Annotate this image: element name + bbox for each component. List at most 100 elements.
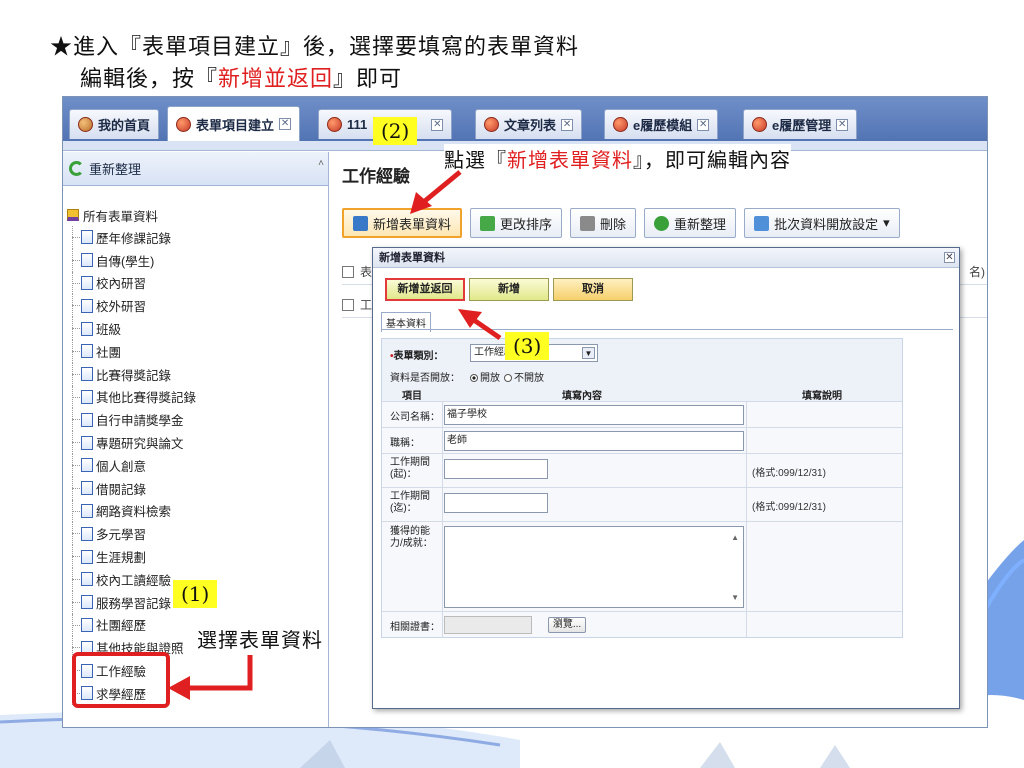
open-radio-group: 開放 不開放 bbox=[466, 369, 544, 384]
close-icon[interactable]: ✕ bbox=[561, 118, 574, 131]
cancel-button[interactable]: 取消 bbox=[553, 278, 633, 301]
tree-item-label: 社團經歷 bbox=[96, 619, 147, 634]
open-label: 資料是否開放： bbox=[390, 373, 460, 384]
tree-item-label: 自行申請獎學金 bbox=[96, 414, 184, 429]
tab-label: 文章列表 bbox=[504, 118, 557, 133]
step3-callout: (3) bbox=[505, 332, 550, 360]
tab-bar: 我的首頁 表單項目建立 ✕ 111 ✕ 文章列表 ✕ e履歷模組 ✕ e履歷管理 ✕ bbox=[63, 97, 987, 141]
tree-item[interactable]: 比賽得獎記錄 bbox=[67, 362, 196, 386]
tree-item[interactable]: 社團 bbox=[67, 339, 196, 363]
close-icon[interactable]: ✕ bbox=[697, 118, 710, 131]
cert-file-path[interactable] bbox=[444, 616, 532, 634]
tab-home[interactable]: 我的首頁 bbox=[69, 109, 160, 139]
change-order-button[interactable]: 更改排序 bbox=[470, 208, 563, 238]
document-icon bbox=[81, 458, 93, 473]
tree-item[interactable]: 借閱記錄 bbox=[67, 476, 196, 500]
tree-item[interactable]: 其他比賽得獎記錄 bbox=[67, 385, 196, 409]
form-row-end: 工作期間(迄)： (格式:099/12/31) bbox=[382, 487, 902, 522]
slide-headline: ★進入『表單項目建立』後，選擇要填寫的表單資料 編輯後，按『新增並返回』即可 bbox=[50, 32, 579, 96]
form-grid: •表單類別： 工作經驗 ▼ 資料是否開放： 開放 不開放 項目 填寫內容 填寫說明 … bbox=[381, 338, 903, 638]
end-date-hint: (格式:099/12/31) bbox=[752, 502, 826, 513]
start-date-input[interactable] bbox=[444, 459, 548, 479]
radio-closed[interactable] bbox=[504, 374, 512, 382]
ability-textarea[interactable]: ▲ ▼ bbox=[444, 526, 744, 608]
document-icon bbox=[81, 253, 93, 268]
collapse-icon[interactable]: ˄ bbox=[318, 158, 324, 169]
tree-item[interactable]: 生涯規劃 bbox=[67, 545, 196, 568]
dialog-title: 新增表單資料 bbox=[379, 252, 445, 264]
tree-item[interactable]: 社團經歷 bbox=[67, 613, 196, 637]
tab-form-item-create[interactable]: 表單項目建立 ✕ bbox=[167, 106, 301, 141]
end-date-input[interactable] bbox=[444, 493, 548, 513]
chevron-down-icon: ▼ bbox=[582, 347, 595, 359]
close-icon[interactable]: ✕ bbox=[836, 118, 849, 131]
select-all-checkbox[interactable] bbox=[342, 265, 354, 278]
tree-item-label: 校外研習 bbox=[96, 300, 147, 315]
form-row-category: •表單類別： 工作經驗 ▼ bbox=[382, 339, 902, 367]
tree-item[interactable]: 歷年修課記錄 bbox=[67, 226, 196, 249]
tree-item-label: 班級 bbox=[96, 323, 122, 338]
close-icon[interactable]: ✕ bbox=[279, 118, 292, 130]
tree-item-label: 比賽得獎記錄 bbox=[96, 368, 172, 383]
tab-article-list[interactable]: 文章列表 ✕ bbox=[475, 109, 583, 139]
trash-icon bbox=[580, 215, 596, 231]
tab-eresume-manage[interactable]: e履歷管理 ✕ bbox=[743, 109, 858, 139]
document-icon bbox=[81, 435, 93, 450]
document-icon bbox=[81, 412, 93, 427]
dropdown-arrow-icon: ▾ bbox=[883, 215, 890, 230]
tab-eresume-module[interactable]: e履歷模組 ✕ bbox=[604, 109, 719, 139]
tree-item-label: 社團 bbox=[96, 345, 122, 360]
col-item-header: 項目 bbox=[402, 391, 422, 402]
headline-line2-prefix: 編輯後，按『 bbox=[80, 67, 219, 92]
tree-item-label: 校內工讀經驗 bbox=[96, 573, 172, 588]
form-tree: 所有表單資料 歷年修課記錄 自傳(學生) 校內研習校外研習班級社團比賽得獎記錄其他比… bbox=[67, 204, 196, 705]
batch-icon bbox=[754, 215, 770, 231]
tree-item[interactable]: 自行申請獎學金 bbox=[67, 408, 196, 431]
app-icon bbox=[752, 117, 767, 132]
delete-label: 刪除 bbox=[600, 216, 627, 232]
tree-item[interactable]: 校外研習 bbox=[67, 294, 196, 317]
browse-button[interactable]: 瀏覽... bbox=[548, 617, 586, 633]
start-date-hint: (格式:099/12/31) bbox=[752, 468, 826, 479]
tree-item[interactable]: 個人創意 bbox=[67, 453, 196, 477]
tree-item-label: 借閱記錄 bbox=[96, 482, 147, 497]
start-label: 工作期間(起)： bbox=[390, 457, 430, 480]
tab-label: 111 bbox=[347, 117, 368, 132]
batch-open-settings-button[interactable]: 批次資料開放設定 ▾ bbox=[744, 208, 900, 238]
delete-button[interactable]: 刪除 bbox=[570, 208, 637, 238]
grid-header-tail: 名) bbox=[969, 265, 985, 279]
app-icon bbox=[613, 117, 628, 132]
category-label: •表單類別： bbox=[390, 351, 444, 362]
row-checkbox[interactable] bbox=[342, 298, 354, 311]
refresh-button[interactable]: 重新整理 bbox=[644, 208, 737, 238]
tree-item[interactable]: 班級 bbox=[67, 317, 196, 340]
position-input[interactable]: 老師 bbox=[444, 431, 744, 451]
dialog-button-bar: 新增並返回 新增 取消 bbox=[385, 278, 633, 301]
form-row-open: 資料是否開放： 開放 不開放 bbox=[382, 367, 902, 385]
sort-icon bbox=[480, 215, 496, 231]
add-and-return-button[interactable]: 新增並返回 bbox=[385, 278, 465, 301]
add-form-dialog: 新增表單資料 ✕ 新增並返回 新增 取消 基本資料 •表單類別： 工作經驗 ▼ 資料… bbox=[372, 247, 960, 709]
radio-open[interactable] bbox=[470, 374, 478, 382]
scroll-up-icon[interactable]: ▲ bbox=[731, 529, 739, 547]
col-content-header: 填寫內容 bbox=[562, 391, 602, 402]
tree-item[interactable]: 網路資料檢索 bbox=[67, 499, 196, 523]
form-row-company: 公司名稱： 福子學校 bbox=[382, 401, 902, 428]
left-refresh-button[interactable]: 重新整理 bbox=[63, 152, 328, 186]
add-button[interactable]: 新增 bbox=[469, 278, 549, 301]
scroll-down-icon[interactable]: ▼ bbox=[731, 589, 739, 607]
tree-item-label: 專題研究與論文 bbox=[96, 437, 184, 452]
tree-item[interactable]: 專題研究與論文 bbox=[67, 431, 196, 454]
company-input[interactable]: 福子學校 bbox=[444, 405, 744, 425]
document-icon bbox=[81, 526, 93, 541]
tree-item[interactable]: 多元學習 bbox=[67, 522, 196, 545]
radio-open-label: 開放 bbox=[480, 373, 500, 384]
add-form-data-button[interactable]: 新增表單資料 bbox=[342, 208, 463, 238]
document-icon bbox=[81, 549, 93, 564]
tree-item[interactable]: 自傳(學生) bbox=[67, 248, 196, 272]
step2-highlight: 新增表單資料 bbox=[507, 148, 633, 172]
tree-root[interactable]: 所有表單資料 bbox=[67, 204, 196, 226]
tree-item[interactable]: 校內研習 bbox=[67, 271, 196, 295]
close-icon[interactable]: ✕ bbox=[431, 118, 444, 131]
close-icon[interactable]: ✕ bbox=[944, 252, 955, 263]
